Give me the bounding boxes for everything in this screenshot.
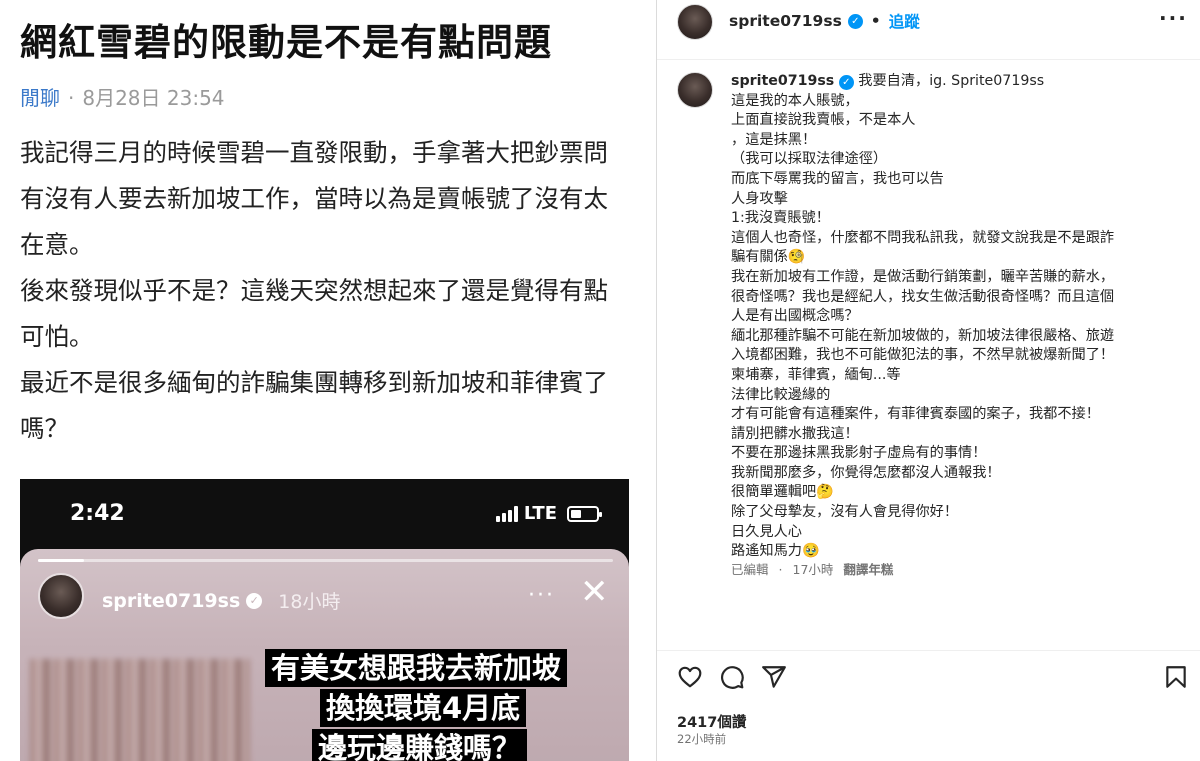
post-body: 我記得三月的時候雪碧一直發限動，手拿著大把鈔票問有沒有人要去新加坡工作，當時以為… — [20, 130, 610, 452]
story-time: 18小時 — [278, 591, 341, 613]
caption-line: 上面直接說我賣帳，不是本人 — [731, 112, 916, 129]
story-user-row: sprite0719ss ✓ 18小時 — [102, 587, 340, 614]
signal-icon — [495, 505, 518, 522]
verified-icon: ✓ — [246, 592, 263, 609]
header-user-row: sprite0719ss ✓ • 追蹤 — [729, 10, 920, 32]
story-screenshot: 2:42 LTE sprite0719ss ✓ 18小時 ··· ✕ 有美女想跟… — [20, 479, 629, 761]
header-dot: • — [870, 12, 881, 30]
avatar[interactable] — [677, 72, 713, 108]
verified-icon: ✓ — [847, 13, 863, 29]
network-label: LTE — [523, 503, 557, 524]
follow-button[interactable]: 追蹤 — [889, 10, 920, 32]
meta-dot: · — [778, 562, 783, 577]
avatar[interactable] — [38, 573, 84, 619]
translate-link[interactable]: 翻譯年糕 — [843, 562, 893, 577]
caption-line: 日久見人心 — [731, 523, 802, 540]
divider — [657, 650, 1200, 651]
caption-line: 入境都困難，我也不可能做犯法的事，不然早就被爆新聞了！ — [731, 347, 1115, 364]
caption-line: 才有可能會有這種案件，有菲律賓泰國的案子，我都不接！ — [731, 406, 1100, 423]
caption-line: 很簡單邏輯吧🤔 — [731, 484, 834, 501]
status-bar-time: 2:42 — [70, 501, 125, 526]
story-card: sprite0719ss ✓ 18小時 ··· ✕ 有美女想跟我去新加坡 換換環… — [20, 549, 629, 761]
post-paragraph: 最近不是很多緬甸的詐騙集團轉移到新加坡和菲律賓了嗎？ — [20, 368, 608, 443]
story-caption-line: 有美女想跟我去新加坡 — [265, 649, 568, 687]
caption-line: 我在新加坡有工作證，是做活動行銷策劃，曬辛苦賺的薪水， — [731, 268, 1115, 285]
caption-line: 騙有關係🧐 — [731, 249, 806, 266]
caption-line: 這個人也奇怪，什麼都不問我私訊我，就發文說我是不是跟詐 — [731, 229, 1115, 246]
instagram-post-panel: sprite0719ss ✓ • 追蹤 ··· sprite0719ss ✓ 我… — [656, 0, 1200, 761]
caption-age: 17小時 — [792, 562, 834, 577]
close-icon[interactable]: ✕ — [580, 575, 609, 609]
edited-label: 已編輯 — [731, 562, 769, 577]
caption-line: 人身攻擊 — [731, 190, 788, 207]
header-username[interactable]: sprite0719ss — [729, 12, 842, 30]
caption-text: 我要自清，ig. Sprite0719ss — [858, 73, 1045, 89]
comment-icon[interactable] — [719, 664, 745, 690]
story-caption-line: 換換環境4月底 — [320, 689, 527, 727]
caption-line: 很奇怪嗎？我也是經紀人，找女生做活動很奇怪嗎？而且這個 — [731, 288, 1115, 305]
caption-line: 柬埔寨，菲律賓，緬甸...等 — [731, 366, 901, 383]
caption-line: 人是有出國概念嗎？ — [731, 308, 859, 325]
caption-line: 而底下辱罵我的留言，我也可以告 — [731, 170, 944, 187]
like-count[interactable]: 2417個讚 — [677, 711, 746, 732]
action-bar — [677, 664, 787, 690]
caption-line: 不要在那邊抹黑我影射子虛烏有的事情！ — [731, 445, 987, 462]
caption-username[interactable]: sprite0719ss — [731, 73, 834, 89]
share-icon[interactable] — [761, 664, 787, 690]
blurred-image — [30, 659, 250, 761]
caption-line: （我可以採取法律途徑） — [731, 151, 888, 168]
post-timestamp: 8月28日 23:54 — [82, 86, 225, 110]
meta-separator: · — [68, 86, 75, 110]
avatar[interactable] — [677, 4, 713, 40]
category-link[interactable]: 閒聊 — [20, 86, 60, 110]
story-caption-line: 邊玩邊賺錢嗎？ — [312, 729, 528, 761]
caption-line: 1:我沒賣賬號！ — [731, 210, 830, 227]
post-age: 22小時前 — [677, 732, 727, 746]
caption-line: 我新聞那麼多，你覺得怎麼都沒人通報我！ — [731, 464, 1001, 481]
forum-post-panel: 網紅雪碧的限動是不是有點問題 閒聊 · 8月28日 23:54 我記得三月的時候雪碧… — [0, 0, 640, 761]
post-meta: 閒聊 · 8月28日 23:54 — [20, 82, 225, 111]
post-header: sprite0719ss ✓ • 追蹤 ··· — [657, 0, 1200, 60]
caption-meta: 已編輯 · 17小時 翻譯年糕 — [731, 559, 903, 578]
caption-line: 請別把髒水撒我這！ — [731, 425, 859, 442]
caption-line: ，這是抹黑！ — [731, 131, 817, 148]
more-options-icon[interactable]: ··· — [1159, 6, 1188, 30]
status-bar-indicators: LTE — [495, 503, 602, 524]
caption-line: 法律比較邊緣的 — [731, 386, 831, 403]
bookmark-icon[interactable] — [1163, 664, 1189, 690]
verified-icon: ✓ — [838, 75, 854, 91]
story-username[interactable]: sprite0719ss — [102, 590, 240, 612]
post-title: 網紅雪碧的限動是不是有點問題 — [20, 21, 552, 64]
post-paragraph: 我記得三月的時候雪碧一直發限動，手拿著大把鈔票問有沒有人要去新加坡工作，當時以為… — [20, 138, 608, 259]
caption-line: 除了父母摯友，沒有人會見得你好！ — [731, 504, 959, 521]
post-paragraph: 後來發現似乎不是？這幾天突然想起來了還是覺得有點可怕。 — [20, 276, 608, 351]
like-icon[interactable] — [677, 664, 703, 690]
post-caption: sprite0719ss ✓ 我要自清，ig. Sprite0719ss 這是我… — [731, 72, 1181, 562]
more-icon[interactable]: ··· — [528, 583, 555, 608]
battery-icon — [567, 505, 602, 522]
story-progress-bar — [38, 559, 613, 562]
caption-line: 這是我的本人賬號， — [731, 92, 859, 109]
caption-line: sprite0719ss ✓ 我要自清，ig. Sprite0719ss — [731, 72, 1181, 92]
caption-line: 緬北那種詐騙不可能在新加坡做的，新加坡法律很嚴格、旅遊 — [731, 327, 1115, 344]
